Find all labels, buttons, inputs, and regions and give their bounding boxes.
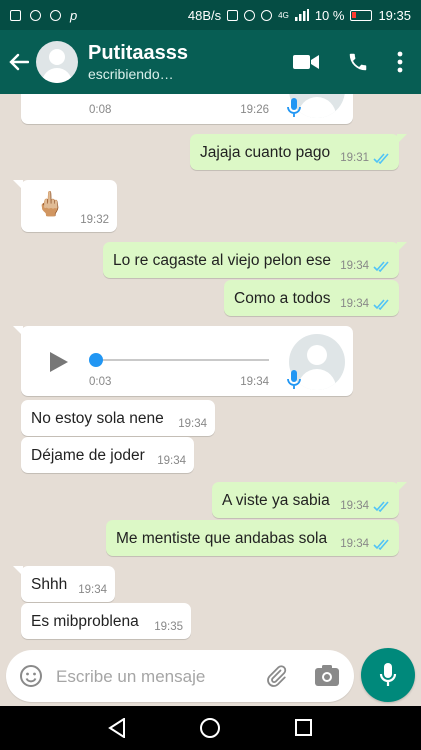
read-ticks-icon bbox=[373, 261, 389, 272]
emoji-icon[interactable] bbox=[19, 664, 43, 688]
contact-status: escribiendo… bbox=[88, 66, 174, 82]
message-text: Es mibproblena bbox=[31, 613, 139, 630]
notification-icons: p bbox=[10, 8, 77, 23]
message-time: 19:34 bbox=[157, 455, 186, 467]
contact-name: Putitaasss bbox=[88, 42, 189, 64]
voice-progress-handle[interactable] bbox=[89, 353, 103, 367]
message-text: Como a todos bbox=[234, 290, 331, 307]
attach-icon[interactable] bbox=[264, 664, 288, 688]
message-bubble-in[interactable]: Es mibproblena 19:35 bbox=[21, 603, 191, 639]
status-bar: p 48B/s 4G 10 % 19:35 bbox=[0, 0, 421, 30]
message-bubble-out[interactable]: Jajaja cuanto pago 19:31 bbox=[190, 134, 407, 170]
message-time: 19:34 bbox=[340, 298, 369, 310]
back-button[interactable] bbox=[2, 30, 36, 94]
message-text: A viste ya sabia bbox=[222, 492, 330, 509]
compose-bar: Escribe un mensaje bbox=[0, 648, 421, 706]
chat-area[interactable]: 0:08 19:26 Jajaja cuanto pago 19:31 🖕🏼 1… bbox=[0, 94, 421, 648]
signal-icon bbox=[294, 9, 309, 21]
notification-icon bbox=[10, 9, 21, 21]
mic-icon bbox=[287, 98, 301, 117]
chrome-icon bbox=[30, 9, 41, 21]
nav-home-icon[interactable] bbox=[200, 718, 220, 738]
phone-icon[interactable] bbox=[347, 51, 369, 73]
signal-p-icon: p bbox=[70, 7, 78, 23]
message-bubble-in[interactable]: Déjame de joder 19:34 bbox=[21, 437, 194, 473]
message-time: 19:34 bbox=[240, 376, 269, 388]
network-speed: 48B/s bbox=[187, 7, 222, 23]
read-ticks-icon bbox=[373, 501, 389, 512]
message-text: Shhh bbox=[31, 576, 68, 593]
message-bubble-out[interactable]: Como a todos 19:34 bbox=[224, 280, 399, 316]
message-time: 19:35 bbox=[154, 621, 183, 633]
nav-recents-icon[interactable] bbox=[295, 719, 312, 736]
chat-header: Putitaasss escribiendo… bbox=[0, 30, 421, 94]
emoji-message: 🖕🏼 bbox=[35, 191, 65, 218]
eye-icon bbox=[261, 9, 273, 21]
voice-message[interactable]: 0:03 19:34 bbox=[13, 326, 353, 396]
battery-icon bbox=[350, 9, 373, 21]
message-time: 19:34 bbox=[340, 500, 369, 512]
message-bubble-in[interactable]: 🖕🏼 19:32 bbox=[13, 180, 117, 232]
play-icon[interactable] bbox=[48, 350, 70, 374]
chat-bubble-icon bbox=[50, 9, 61, 21]
message-text: Déjame de joder bbox=[31, 447, 145, 464]
message-text: Jajaja cuanto pago bbox=[200, 144, 331, 161]
alarm-icon bbox=[244, 9, 256, 21]
read-ticks-icon bbox=[373, 299, 389, 310]
system-nav-bar bbox=[0, 706, 421, 750]
message-time: 19:34 bbox=[178, 418, 207, 430]
message-bubble-out[interactable]: Lo re cagaste al viejo pelon ese 19:34 bbox=[103, 242, 407, 278]
read-ticks-icon bbox=[373, 539, 389, 550]
voice-progress-track[interactable] bbox=[96, 359, 269, 361]
message-time: 19:31 bbox=[340, 152, 369, 164]
message-time: 19:34 bbox=[340, 538, 369, 550]
message-bubble-in[interactable]: No estoy sola nene 19:34 bbox=[21, 400, 215, 436]
message-time: 19:26 bbox=[240, 104, 269, 116]
battery-percent: 10 % bbox=[314, 7, 345, 23]
back-arrow-icon bbox=[9, 53, 29, 71]
vibrate-icon bbox=[227, 9, 239, 21]
voice-message[interactable]: 0:08 19:26 bbox=[21, 94, 353, 124]
more-vert-icon[interactable] bbox=[397, 51, 403, 73]
read-ticks-icon bbox=[373, 153, 389, 164]
nav-back-icon[interactable] bbox=[108, 718, 126, 738]
video-call-icon[interactable] bbox=[293, 54, 319, 70]
message-bubble-out[interactable]: Me mentiste que andabas sola 19:34 bbox=[106, 520, 399, 556]
record-voice-button[interactable] bbox=[361, 648, 415, 702]
voice-duration: 0:08 bbox=[89, 104, 112, 116]
message-text: No estoy sola nene bbox=[31, 410, 164, 427]
voice-duration: 0:03 bbox=[89, 376, 112, 388]
camera-icon[interactable] bbox=[314, 664, 340, 688]
message-time: 19:32 bbox=[80, 214, 109, 226]
contact-avatar[interactable] bbox=[36, 41, 78, 83]
message-input[interactable]: Escribe un mensaje bbox=[56, 667, 205, 687]
message-input-container[interactable]: Escribe un mensaje bbox=[6, 650, 354, 702]
mic-icon bbox=[287, 370, 301, 389]
network-type: 4G bbox=[278, 10, 289, 20]
message-time: 19:34 bbox=[78, 584, 107, 596]
message-bubble-out[interactable]: A viste ya sabia 19:34 bbox=[212, 482, 407, 518]
message-time: 19:34 bbox=[340, 260, 369, 272]
message-bubble-in[interactable]: Shhh 19:34 bbox=[13, 566, 115, 602]
message-text: Lo re cagaste al viejo pelon ese bbox=[113, 252, 332, 269]
message-text: Me mentiste que andabas sola bbox=[116, 530, 328, 547]
mic-icon bbox=[379, 663, 397, 686]
clock: 19:35 bbox=[378, 7, 411, 23]
contact-info[interactable]: Putitaasss escribiendo… bbox=[88, 41, 293, 83]
